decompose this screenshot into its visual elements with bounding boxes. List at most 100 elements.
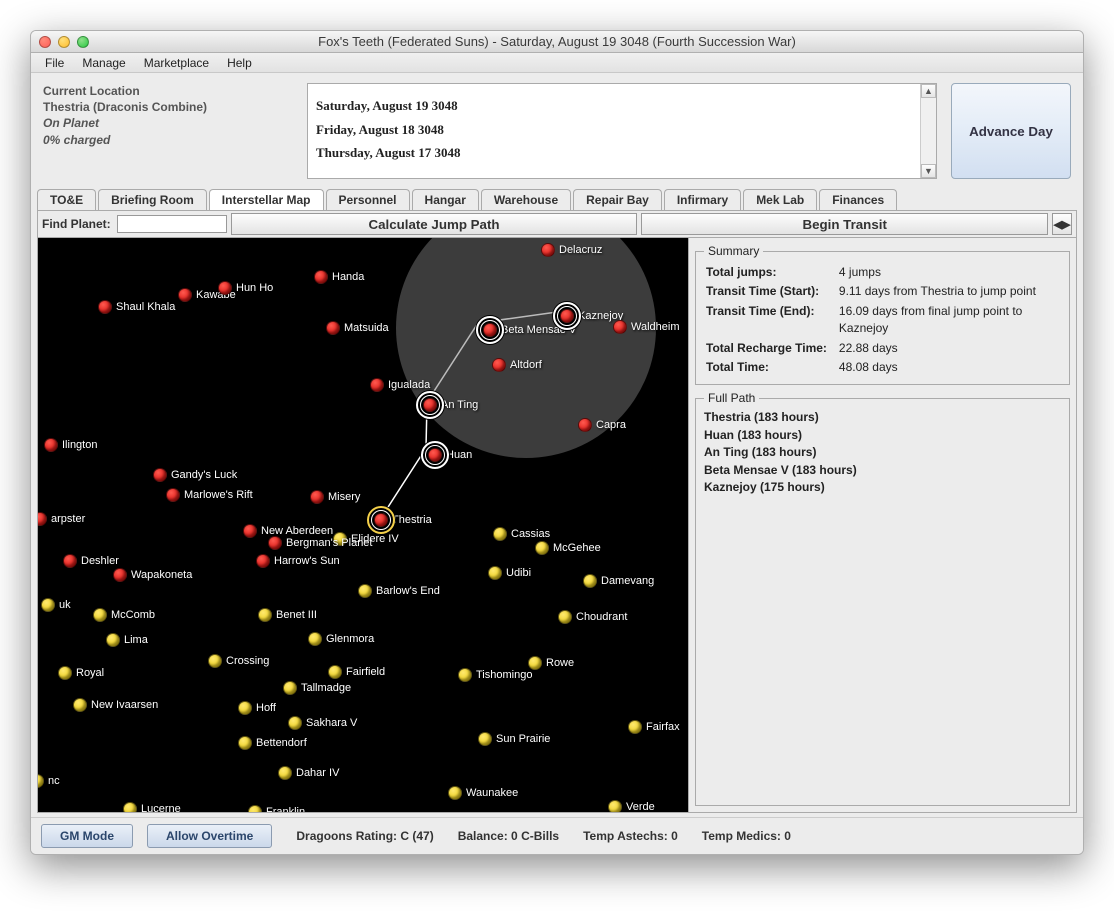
tab-briefing-room[interactable]: Briefing Room xyxy=(98,189,207,210)
summary-row: Total jumps:4 jumps xyxy=(706,264,1059,281)
planet-crossing[interactable]: Crossing xyxy=(208,654,269,668)
tab-finances[interactable]: Finances xyxy=(819,189,897,210)
planet-sun-prairie[interactable]: Sun Prairie xyxy=(478,732,550,746)
star-map[interactable]: DelacruzShaul KhalaHandaKawabeHun HoMats… xyxy=(38,238,688,812)
menu-marketplace[interactable]: Marketplace xyxy=(136,54,217,72)
planet-lucerne[interactable]: Lucerne xyxy=(123,802,181,812)
planet-uk[interactable]: uk xyxy=(41,598,71,612)
titlebar[interactable]: Fox's Teeth (Federated Suns) - Saturday,… xyxy=(31,31,1083,53)
summary-panel: Summary Total jumps:4 jumpsTransit Time … xyxy=(695,244,1070,385)
planet-fairfax[interactable]: Fairfax xyxy=(628,720,680,734)
planet-rowe[interactable]: Rowe xyxy=(528,656,574,670)
planet-verde[interactable]: Verde xyxy=(608,800,655,812)
planet-icon xyxy=(578,418,592,432)
planet-bergman-s-planet[interactable]: Bergman's Planet xyxy=(268,536,372,550)
map-collapse-button[interactable]: ◀▶ xyxy=(1052,213,1072,235)
planet-deshler[interactable]: Deshler xyxy=(63,554,119,568)
planet-hoff[interactable]: Hoff xyxy=(238,701,276,715)
tab-repair-bay[interactable]: Repair Bay xyxy=(573,189,662,210)
tab-interstellar-map[interactable]: Interstellar Map xyxy=(209,189,324,210)
planet-label: Shaul Khala xyxy=(116,301,175,313)
planet-nc[interactable]: nc xyxy=(38,774,60,788)
find-planet-input[interactable] xyxy=(117,215,227,233)
planet-ilington[interactable]: Ilington xyxy=(44,438,97,452)
planet-mcgehee[interactable]: McGehee xyxy=(535,541,601,555)
planet-icon xyxy=(256,554,270,568)
allow-overtime-button[interactable]: Allow Overtime xyxy=(147,824,272,848)
minimize-icon[interactable] xyxy=(58,36,70,48)
close-icon[interactable] xyxy=(39,36,51,48)
planet-handa[interactable]: Handa xyxy=(314,270,364,284)
menu-help[interactable]: Help xyxy=(219,54,260,72)
planet-arpster[interactable]: arpster xyxy=(38,512,85,526)
day-log[interactable]: Saturday, August 19 3048 Friday, August … xyxy=(307,83,937,179)
zoom-icon[interactable] xyxy=(77,36,89,48)
planet-mccomb[interactable]: McComb xyxy=(93,608,155,622)
planet-label: uk xyxy=(59,599,71,611)
planet-dahar-iv[interactable]: Dahar IV xyxy=(278,766,339,780)
tab-mek-lab[interactable]: Mek Lab xyxy=(743,189,817,210)
advance-day-button[interactable]: Advance Day xyxy=(951,83,1071,179)
scrollbar[interactable]: ▲ ▼ xyxy=(920,84,936,178)
planet-label: Rowe xyxy=(546,657,574,669)
planet-igualada[interactable]: Igualada xyxy=(370,378,430,392)
path-item: Thestria (183 hours) xyxy=(704,409,1061,426)
planet-label: Deshler xyxy=(81,555,119,567)
planet-delacruz[interactable]: Delacruz xyxy=(541,243,602,257)
planet-lima[interactable]: Lima xyxy=(106,633,148,647)
planet-label: Hun Ho xyxy=(236,282,273,294)
current-location-status: On Planet xyxy=(43,115,293,131)
planet-new-ivaarsen[interactable]: New Ivaarsen xyxy=(73,698,158,712)
planet-icon xyxy=(283,681,297,695)
planet-tallmadge[interactable]: Tallmadge xyxy=(283,681,351,695)
planet-tishomingo[interactable]: Tishomingo xyxy=(458,668,532,682)
planet-marlowe-s-rift[interactable]: Marlowe's Rift xyxy=(166,488,253,502)
tab-hangar[interactable]: Hangar xyxy=(412,189,479,210)
menu-manage[interactable]: Manage xyxy=(74,54,133,72)
planet-label: Benet III xyxy=(276,609,317,621)
planet-icon xyxy=(73,698,87,712)
gm-mode-button[interactable]: GM Mode xyxy=(41,824,133,848)
planet-altdorf[interactable]: Altdorf xyxy=(492,358,542,372)
planet-benet-iii[interactable]: Benet III xyxy=(258,608,317,622)
planet-wapakoneta[interactable]: Wapakoneta xyxy=(113,568,192,582)
planet-franklin[interactable]: Franklin xyxy=(248,805,305,812)
tab-infirmary[interactable]: Infirmary xyxy=(664,189,741,210)
planet-cassias[interactable]: Cassias xyxy=(493,527,550,541)
planet-misery[interactable]: Misery xyxy=(310,490,360,504)
planet-udibi[interactable]: Udibi xyxy=(488,566,531,580)
planet-waldheim[interactable]: Waldheim xyxy=(613,320,680,334)
planet-royal[interactable]: Royal xyxy=(58,666,104,680)
tab-to-e[interactable]: TO&E xyxy=(37,189,96,210)
planet-matsuida[interactable]: Matsuida xyxy=(326,321,389,335)
planet-fairfield[interactable]: Fairfield xyxy=(328,665,385,679)
begin-transit-button[interactable]: Begin Transit xyxy=(641,213,1048,235)
planet-barlow-s-end[interactable]: Barlow's End xyxy=(358,584,440,598)
calculate-jump-path-button[interactable]: Calculate Jump Path xyxy=(231,213,638,235)
tab-warehouse[interactable]: Warehouse xyxy=(481,189,571,210)
planet-glenmora[interactable]: Glenmora xyxy=(308,632,374,646)
planet-label: Lima xyxy=(124,634,148,646)
planet-shaul-khala[interactable]: Shaul Khala xyxy=(98,300,175,314)
planet-waunakee[interactable]: Waunakee xyxy=(448,786,518,800)
planet-bettendorf[interactable]: Bettendorf xyxy=(238,736,307,750)
scroll-down-icon[interactable]: ▼ xyxy=(921,164,936,178)
planet-harrow-s-sun[interactable]: Harrow's Sun xyxy=(256,554,340,568)
planet-label: Crossing xyxy=(226,655,269,667)
planet-capra[interactable]: Capra xyxy=(578,418,626,432)
planet-label: Damevang xyxy=(601,575,654,587)
planet-sakhara-v[interactable]: Sakhara V xyxy=(288,716,357,730)
planet-label: Marlowe's Rift xyxy=(184,489,253,501)
daylog-entry: Saturday, August 19 3048 xyxy=(316,98,928,114)
planet-choudrant[interactable]: Choudrant xyxy=(558,610,627,624)
planet-label: Gandy's Luck xyxy=(171,469,237,481)
planet-damevang[interactable]: Damevang xyxy=(583,574,654,588)
tab-personnel[interactable]: Personnel xyxy=(326,189,410,210)
planet-hun-ho[interactable]: Hun Ho xyxy=(218,281,273,295)
window-title: Fox's Teeth (Federated Suns) - Saturday,… xyxy=(31,34,1083,49)
status-medics: Temp Medics: 0 xyxy=(702,829,791,843)
menu-file[interactable]: File xyxy=(37,54,72,72)
planet-icon xyxy=(488,566,502,580)
scroll-up-icon[interactable]: ▲ xyxy=(921,84,936,98)
planet-gandy-s-luck[interactable]: Gandy's Luck xyxy=(153,468,237,482)
